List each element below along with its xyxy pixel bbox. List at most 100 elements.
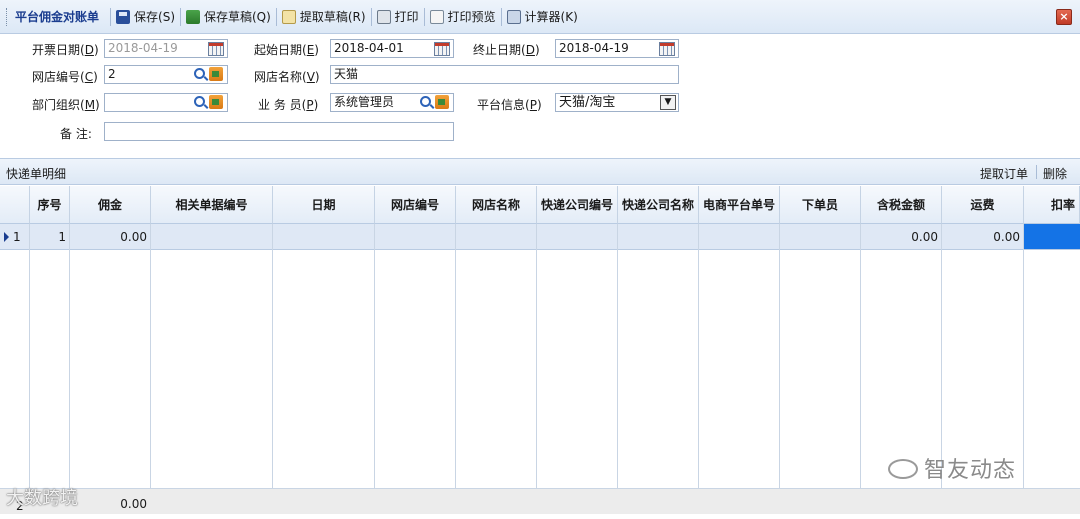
delete-button[interactable]: 删除 <box>1043 165 1067 182</box>
fetch-draft-button[interactable]: 提取草稿(R) <box>281 8 366 25</box>
grid-line <box>29 224 30 514</box>
print-button[interactable]: 打印 <box>376 8 419 25</box>
column-header[interactable]: 扣率 <box>1024 186 1080 224</box>
calculator-button[interactable]: 计算器(K) <box>506 8 578 25</box>
column-header[interactable]: 快递公司编号 <box>537 186 618 224</box>
dept-field[interactable] <box>104 93 228 112</box>
column-header[interactable]: 下单员 <box>780 186 861 224</box>
toolbar-separator <box>423 7 425 26</box>
store-no-value: 2 <box>108 67 116 81</box>
grid-line <box>69 224 70 514</box>
print-preview-label: 打印预览 <box>447 10 496 24</box>
toolbar-separator <box>500 7 502 26</box>
grid-line <box>860 224 861 514</box>
column-header[interactable]: 运费 <box>942 186 1024 224</box>
calculator-icon <box>506 9 521 24</box>
column-header[interactable]: 快递公司名称 <box>618 186 699 224</box>
watermark-right: 智友动态 <box>888 452 1016 484</box>
wechat-icon <box>888 459 918 479</box>
invoice-date-label: 开票日期(D) <box>32 43 99 57</box>
toolbar-grip[interactable] <box>6 7 9 26</box>
calendar-icon[interactable] <box>434 42 450 56</box>
save-icon <box>116 9 131 24</box>
calendar-icon[interactable] <box>659 42 675 56</box>
column-header[interactable]: 网店名称 <box>456 186 537 224</box>
toolbar-separator <box>110 7 112 26</box>
close-button[interactable]: × <box>1056 9 1072 25</box>
chevron-down-icon[interactable]: ▼ <box>660 95 676 110</box>
grid-line <box>455 224 456 514</box>
grid-line <box>374 224 375 514</box>
platform-label: 平台信息(P) <box>477 98 542 112</box>
salesperson-value: 系统管理员 <box>334 95 395 109</box>
remark-label: 备 注: <box>60 127 92 141</box>
store-no-label: 网店编号(C) <box>32 70 98 84</box>
salesperson-field[interactable]: 系统管理员 <box>330 93 454 112</box>
store-no-field[interactable]: 2 <box>104 65 228 84</box>
cell-tax-amount[interactable]: 0.00 <box>861 224 942 250</box>
invoice-date-field[interactable]: 2018-04-19 <box>104 39 228 58</box>
end-date-value: 2018-04-19 <box>559 41 629 55</box>
search-icon[interactable] <box>420 96 431 107</box>
grid-line <box>698 224 699 514</box>
window-title: 平台佣金对账单 <box>15 10 100 24</box>
end-date-label: 终止日期(D) <box>473 43 540 57</box>
column-header[interactable]: 日期 <box>273 186 375 224</box>
column-header[interactable]: 相关单据编号 <box>151 186 273 224</box>
cell-seq[interactable]: 1 <box>30 224 70 250</box>
dept-lookup-icon[interactable] <box>209 95 223 109</box>
column-header[interactable]: 电商平台单号 <box>699 186 780 224</box>
search-icon[interactable] <box>194 68 205 79</box>
grid-line <box>779 224 780 514</box>
column-header[interactable]: 佣金 <box>70 186 151 224</box>
fetch-draft-icon <box>281 9 296 24</box>
column-header[interactable]: 网店编号 <box>375 186 456 224</box>
store-name-label: 网店名称(V) <box>254 70 320 84</box>
start-date-value: 2018-04-01 <box>334 41 404 55</box>
grid-toolbar-separator <box>1036 165 1037 179</box>
save-draft-icon <box>186 9 200 24</box>
grid-line <box>617 224 618 514</box>
cell-commission[interactable]: 0.00 <box>70 491 151 517</box>
grid-line <box>1023 224 1024 514</box>
grid-title: 快递单明细 <box>6 167 67 181</box>
store-lookup-icon[interactable] <box>209 67 223 81</box>
table-row[interactable]: 1 1 0.00 0.00 0.00 <box>0 224 1080 250</box>
column-header[interactable]: 序号 <box>30 186 70 224</box>
grid-line <box>150 224 151 514</box>
save-draft-button[interactable]: 保存草稿(Q) <box>186 8 271 25</box>
salesperson-label: 业 务 员(P) <box>258 98 319 112</box>
dept-label: 部门组织(M) <box>32 98 100 112</box>
grid-toolbar: 快递单明细 提取订单 删除 <box>0 158 1080 185</box>
calendar-icon[interactable] <box>208 42 224 56</box>
salesperson-lookup-icon[interactable] <box>435 95 449 109</box>
remark-field[interactable] <box>104 122 454 141</box>
print-label: 打印 <box>394 10 419 24</box>
print-preview-button[interactable]: 打印预览 <box>429 8 496 25</box>
store-name-field[interactable]: 天猫 <box>330 65 679 84</box>
column-header[interactable]: 含税金额 <box>861 186 942 224</box>
toolbar-separator <box>275 7 277 26</box>
platform-select[interactable]: 天猫/淘宝 ▼ <box>555 93 679 112</box>
start-date-field[interactable]: 2018-04-01 <box>330 39 454 58</box>
invoice-date-value: 2018-04-19 <box>108 41 178 55</box>
save-button[interactable]: 保存(S) <box>116 8 175 25</box>
grid-line <box>272 224 273 514</box>
row-number: 1 <box>13 230 21 244</box>
toolbar: 平台佣金对账单 保存(S) 保存草稿(Q) 提取草稿(R) 打印 打印预览 计算… <box>0 0 1080 34</box>
row-indicator-header <box>0 186 30 224</box>
cell-commission[interactable]: 0.00 <box>70 224 151 250</box>
end-date-field[interactable]: 2018-04-19 <box>555 39 679 58</box>
save-draft-label: 保存草稿(Q) <box>204 10 271 24</box>
platform-value: 天猫/淘宝 <box>559 95 616 110</box>
selected-cell[interactable] <box>1024 224 1080 249</box>
grid-line <box>536 224 537 514</box>
watermark-left: 大数跨境 <box>6 488 78 509</box>
search-icon[interactable] <box>194 96 205 107</box>
cell-freight[interactable]: 0.00 <box>942 224 1024 250</box>
fetch-draft-label: 提取草稿(R) <box>299 10 366 24</box>
extract-orders-button[interactable]: 提取订单 <box>980 165 1028 182</box>
table-row[interactable]: 2 0.00 <box>0 488 1080 514</box>
toolbar-separator <box>180 7 181 26</box>
save-button-label: 保存(S) <box>134 10 175 24</box>
